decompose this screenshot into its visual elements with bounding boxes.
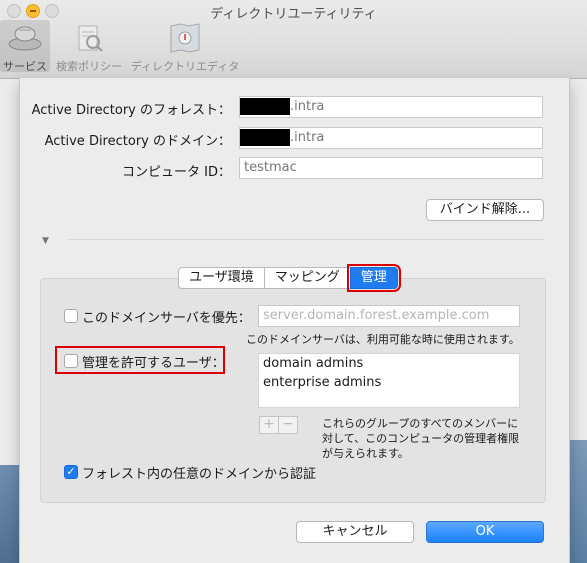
- admin-note-line: が与えられます。: [322, 447, 409, 460]
- allow-admin-checkbox[interactable]: [64, 354, 78, 368]
- desktop-background: [568, 440, 587, 563]
- disclosure-triangle-icon[interactable]: ▼: [42, 236, 49, 246]
- tab-administrative[interactable]: 管理: [346, 264, 401, 292]
- list-item[interactable]: enterprise admins: [259, 373, 519, 392]
- add-group-button[interactable]: +: [259, 416, 279, 434]
- toolbar-directory-editor[interactable]: ディレクトリエディタ: [128, 20, 242, 73]
- computer-id-field[interactable]: testmac: [239, 157, 543, 179]
- search-policy-icon: [69, 20, 109, 56]
- toolbar-services[interactable]: サービス: [0, 20, 50, 73]
- tab-bar: ユーザ環境 マッピング 管理: [178, 264, 401, 292]
- desktop-background: [0, 465, 19, 563]
- toolbar-directory-editor-label: ディレクトリエディタ: [130, 60, 240, 73]
- forest-label: Active Directory のフォレスト：: [31, 103, 231, 118]
- allow-admin-label: 管理を許可するユーザ：: [82, 356, 225, 371]
- computer-id-label: コンピュータ ID：: [122, 165, 231, 180]
- prefer-server-field[interactable]: server.domain.forest.example.com: [258, 305, 520, 327]
- ok-button[interactable]: OK: [426, 521, 544, 543]
- prefer-server-label: このドメインサーバを優先：: [82, 311, 251, 326]
- domain-field[interactable]: .intra: [239, 127, 543, 149]
- remove-group-button[interactable]: −: [278, 416, 298, 434]
- cancel-button[interactable]: キャンセル: [296, 521, 414, 543]
- title-bar: ディレクトリユーティリティ サービス 検索ポリシー ディレクトリエディタ: [0, 0, 587, 79]
- domain-label: Active Directory のドメイン：: [44, 134, 231, 149]
- directory-editor-icon: [165, 20, 205, 56]
- prefer-server-checkbox[interactable]: [64, 309, 78, 323]
- active-directory-sheet: Active Directory のフォレスト： .intra Active D…: [19, 78, 570, 563]
- toolbar-search-policy-label: 検索ポリシー: [56, 60, 122, 73]
- prefer-server-note: このドメインサーバは、利用可能な時に使用されます。: [246, 333, 520, 346]
- forest-auth-checkbox[interactable]: ✓: [64, 465, 78, 479]
- divider: [68, 239, 544, 240]
- services-icon: [5, 20, 45, 56]
- forest-auth-label: フォレスト内の任意のドメインから認証: [82, 467, 317, 482]
- admin-groups-list[interactable]: domain admins enterprise admins: [258, 353, 520, 408]
- list-item[interactable]: domain admins: [259, 354, 519, 373]
- unbind-button[interactable]: バインド解除...: [426, 199, 544, 221]
- toolbar-services-label: サービス: [3, 60, 47, 73]
- admin-note-line: 対して、このコンピュータの管理者権限: [322, 432, 520, 445]
- redaction-mark: [240, 129, 290, 146]
- forest-field[interactable]: .intra: [239, 96, 543, 118]
- toolbar-search-policy[interactable]: 検索ポリシー: [55, 20, 123, 73]
- admin-note-line: これらのグループのすべてのメンバーに: [322, 417, 519, 430]
- redaction-mark: [240, 98, 290, 115]
- tab-mappings[interactable]: マッピング: [263, 267, 351, 289]
- tab-user-experience[interactable]: ユーザ環境: [178, 267, 265, 289]
